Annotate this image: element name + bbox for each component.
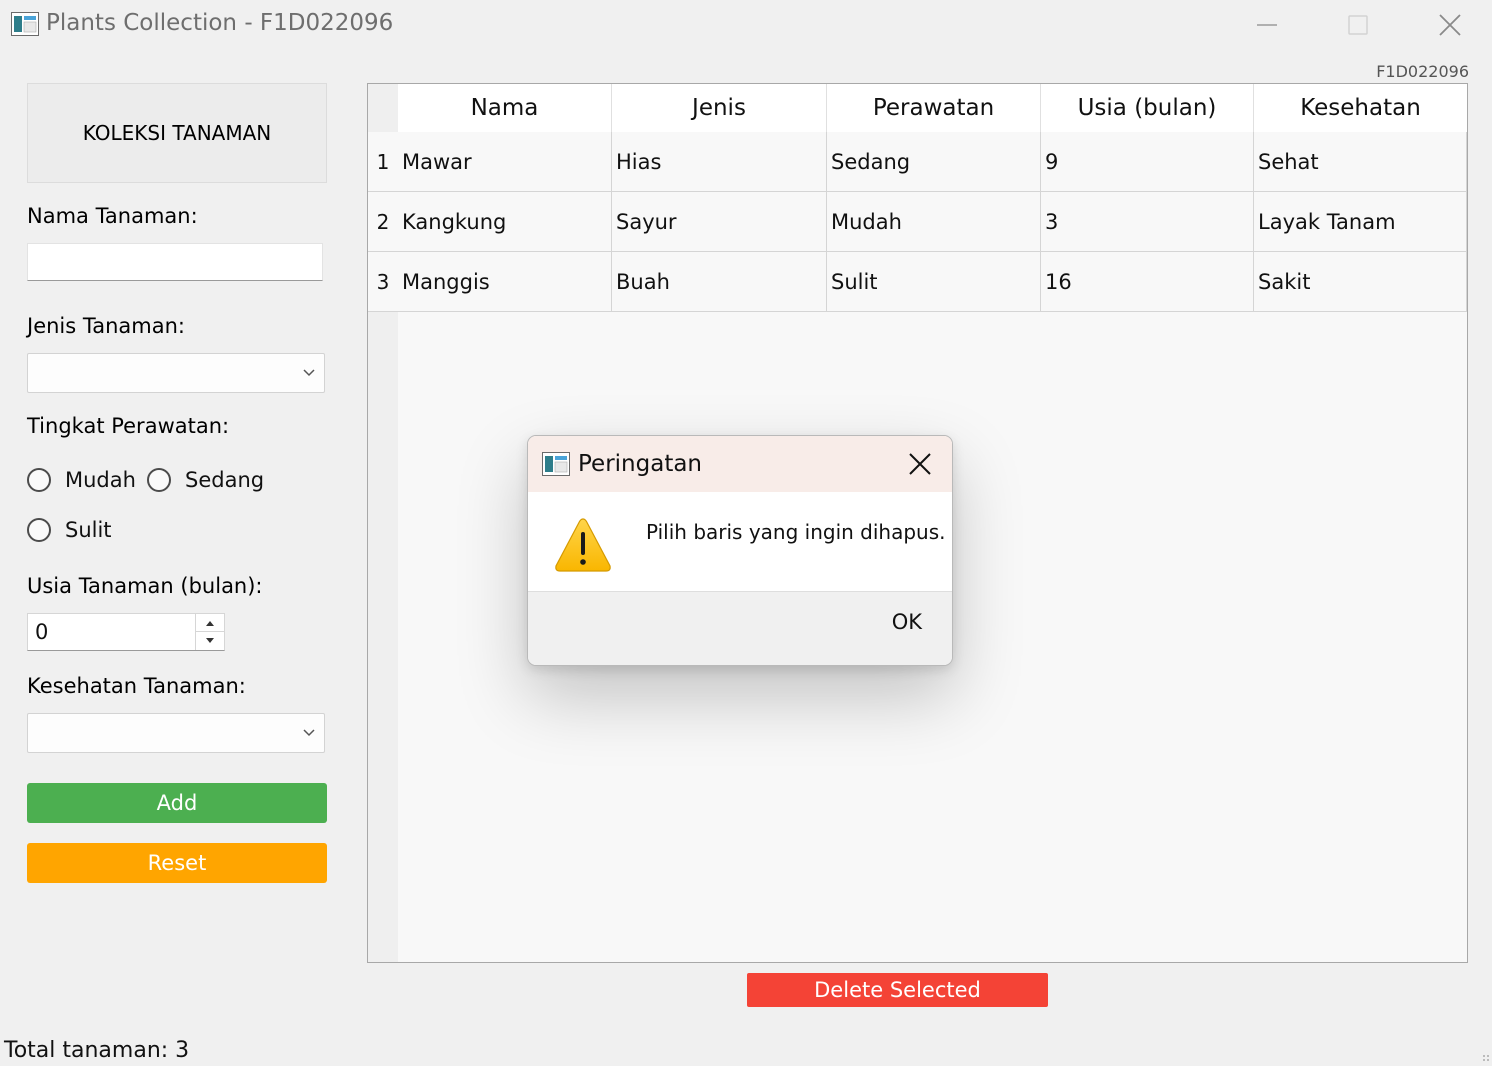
spin-up-button[interactable]: [196, 614, 224, 632]
cell-kesehatan[interactable]: Layak Tanam: [1254, 192, 1467, 251]
header-usia[interactable]: Usia (bulan): [1041, 84, 1254, 132]
cell-usia[interactable]: 16: [1041, 252, 1254, 311]
cell-jenis[interactable]: Buah: [612, 252, 827, 311]
table-row[interactable]: 2 Kangkung Sayur Mudah 3 Layak Tanam: [368, 192, 1467, 252]
jenis-label: Jenis Tanaman:: [27, 314, 185, 338]
cell-kesehatan[interactable]: Sehat: [1254, 132, 1467, 191]
ok-button[interactable]: OK: [892, 608, 922, 636]
header-nama[interactable]: Nama: [398, 84, 612, 132]
resize-grip-icon[interactable]: [1482, 1054, 1490, 1064]
warning-dialog: Peringatan Pilih baris yang ingin dihapu…: [527, 435, 953, 666]
dialog-message: Pilih baris yang ingin dihapus.: [646, 520, 946, 544]
row-number[interactable]: 2: [368, 192, 398, 251]
row-number[interactable]: 3: [368, 252, 398, 311]
chevron-down-icon: [303, 369, 315, 377]
header-kesehatan[interactable]: Kesehatan: [1254, 84, 1467, 132]
caret-up-icon: [206, 620, 214, 626]
spin-arrows: [195, 614, 224, 650]
id-watermark: F1D022096: [1376, 62, 1469, 81]
radio-circle: [27, 468, 51, 492]
add-button[interactable]: Add: [27, 783, 327, 823]
minimize-button[interactable]: [1231, 0, 1303, 50]
radio-sulit-label: Sulit: [65, 518, 112, 542]
maximize-button[interactable]: [1322, 0, 1394, 50]
dialog-footer: OK: [528, 591, 952, 665]
caret-down-icon: [206, 638, 214, 643]
app-window-icon: [542, 452, 570, 476]
window-title: Plants Collection - F1D022096: [46, 10, 394, 36]
radio-sedang-label: Sedang: [185, 468, 265, 492]
perawatan-label: Tingkat Perawatan:: [27, 414, 230, 438]
radio-sulit[interactable]: Sulit: [27, 518, 112, 542]
warning-icon: [555, 518, 611, 572]
close-icon: [1439, 14, 1461, 36]
header-perawatan[interactable]: Perawatan: [827, 84, 1041, 132]
close-icon[interactable]: [908, 452, 932, 476]
cell-perawatan[interactable]: Sedang: [827, 132, 1041, 191]
status-total: Total tanaman: 3: [4, 1038, 190, 1063]
dialog-title-bar: Peringatan: [528, 436, 952, 492]
cell-nama[interactable]: Mawar: [398, 132, 612, 191]
header-jenis[interactable]: Jenis: [612, 84, 827, 132]
cell-nama[interactable]: Kangkung: [398, 192, 612, 251]
spin-down-button[interactable]: [196, 632, 224, 650]
nama-input[interactable]: [27, 243, 323, 281]
cell-perawatan[interactable]: Sulit: [827, 252, 1041, 311]
cell-perawatan[interactable]: Mudah: [827, 192, 1041, 251]
usia-value: 0: [35, 620, 49, 644]
table-header: Nama Jenis Perawatan Usia (bulan) Keseha…: [398, 84, 1467, 132]
radio-circle: [147, 468, 171, 492]
chevron-down-icon: [303, 729, 315, 737]
cell-nama[interactable]: Manggis: [398, 252, 612, 311]
close-window-button[interactable]: [1414, 0, 1486, 50]
kesehatan-label: Kesehatan Tanaman:: [27, 674, 246, 698]
radio-mudah-label: Mudah: [65, 468, 136, 492]
cell-jenis[interactable]: Hias: [612, 132, 827, 191]
row-number[interactable]: 1: [368, 132, 398, 191]
reset-button[interactable]: Reset: [27, 843, 327, 883]
cell-usia[interactable]: 3: [1041, 192, 1254, 251]
kesehatan-combo[interactable]: [27, 713, 325, 753]
radio-sedang[interactable]: Sedang: [147, 468, 264, 492]
usia-spinbox[interactable]: 0: [27, 613, 225, 651]
app-window-icon: [11, 12, 39, 36]
table-row[interactable]: 1 Mawar Hias Sedang 9 Sehat: [368, 132, 1467, 192]
cell-jenis[interactable]: Sayur: [612, 192, 827, 251]
nama-label: Nama Tanaman:: [27, 204, 198, 228]
form-header: KOLEKSI TANAMAN: [27, 83, 327, 183]
radio-mudah[interactable]: Mudah: [27, 468, 136, 492]
delete-selected-button[interactable]: Delete Selected: [747, 973, 1048, 1007]
radio-circle: [27, 518, 51, 542]
minimize-icon: [1257, 24, 1277, 26]
dialog-body: Pilih baris yang ingin dihapus.: [528, 492, 952, 591]
title-bar: Plants Collection - F1D022096: [0, 0, 1492, 52]
table-row[interactable]: 3 Manggis Buah Sulit 16 Sakit: [368, 252, 1467, 312]
cell-kesehatan[interactable]: Sakit: [1254, 252, 1467, 311]
dialog-title: Peringatan: [578, 451, 703, 477]
jenis-combo[interactable]: [27, 353, 325, 393]
usia-label: Usia Tanaman (bulan):: [27, 574, 263, 598]
cell-usia[interactable]: 9: [1041, 132, 1254, 191]
maximize-icon: [1348, 15, 1368, 35]
